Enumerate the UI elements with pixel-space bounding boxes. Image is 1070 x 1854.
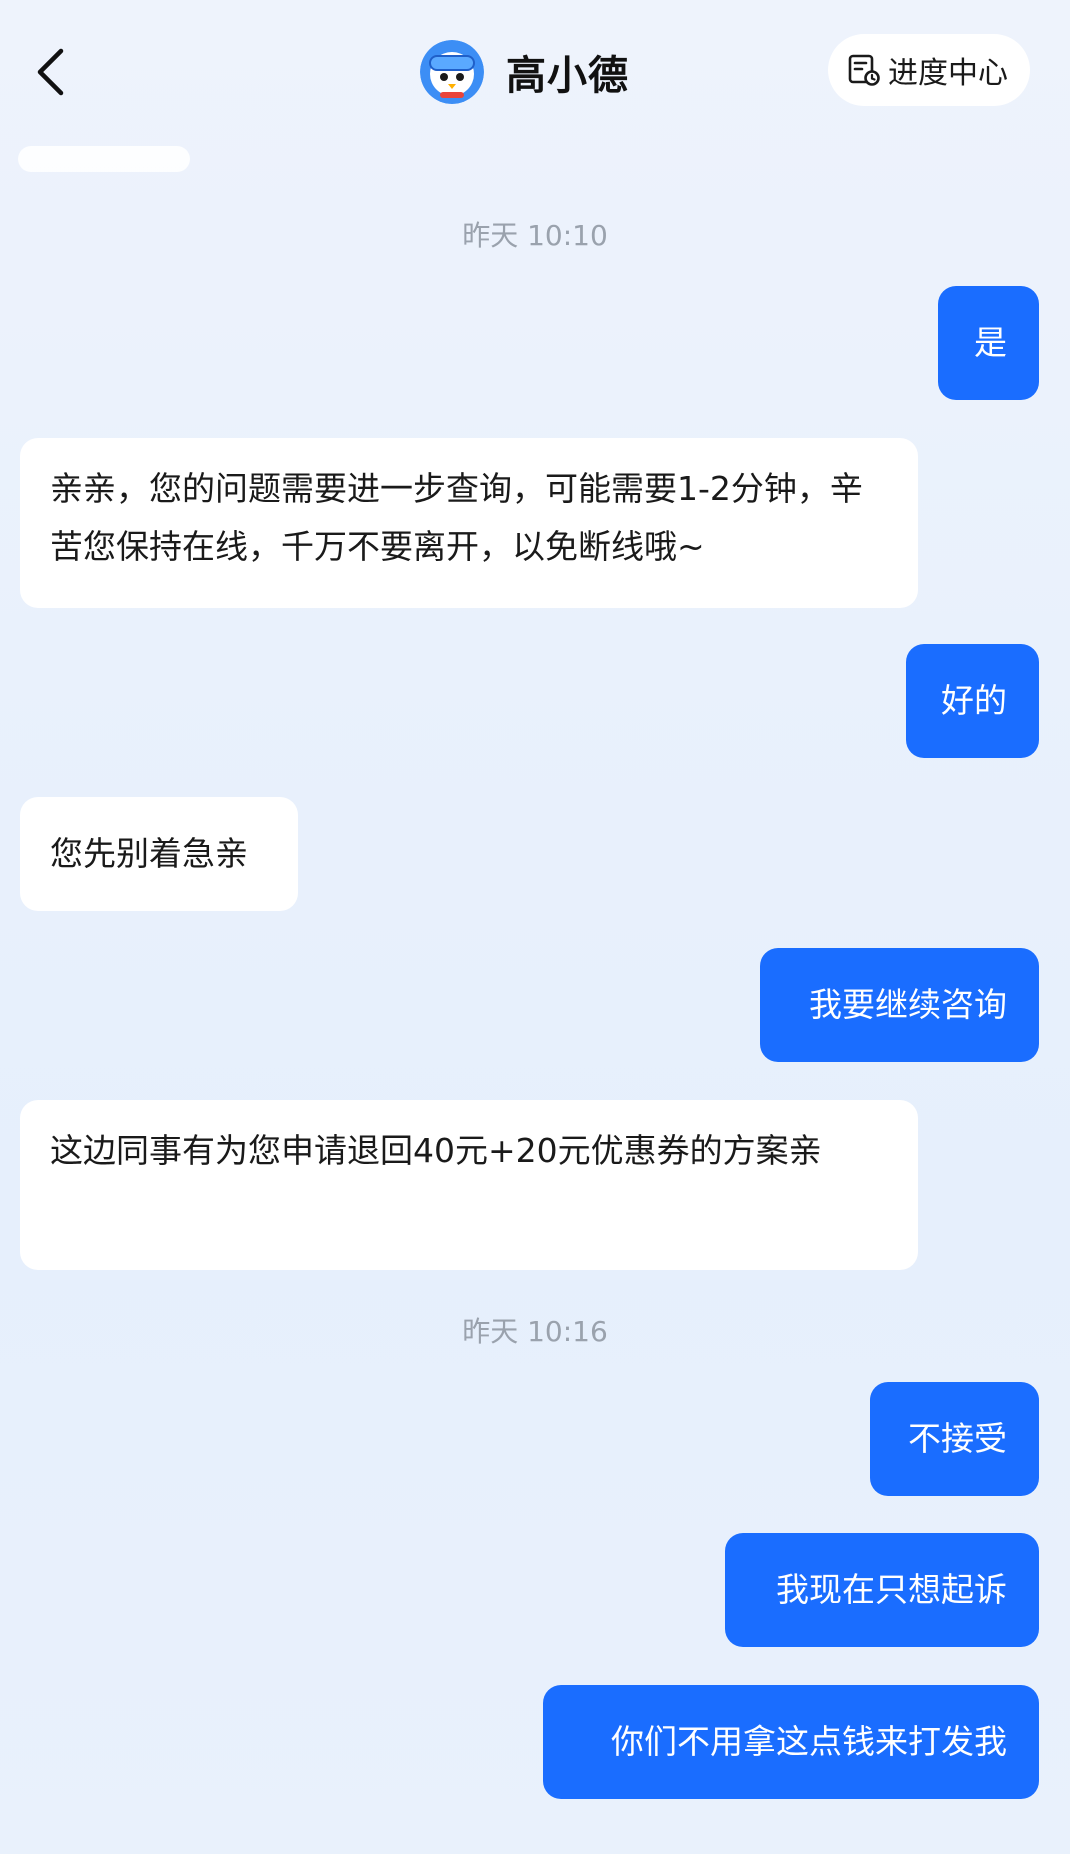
agent-message-bubble: 这边同事有为您申请退回40元+20元优惠券的方案亲: [20, 1100, 918, 1270]
chevron-left-icon: [37, 48, 64, 96]
progress-center-button[interactable]: 进度中心: [828, 34, 1030, 106]
user-message-bubble: 不接受: [870, 1382, 1039, 1496]
user-message-bubble: 我现在只想起诉: [725, 1533, 1039, 1647]
user-message-bubble: 好的: [906, 644, 1039, 758]
back-button[interactable]: [22, 40, 78, 104]
avatar-icon: [420, 40, 484, 104]
chat-title-group: 高小德: [420, 36, 629, 108]
document-progress-icon: [848, 54, 880, 86]
progress-center-label: 进度中心: [888, 56, 1008, 91]
chat-header: 高小德 进度中心: [0, 0, 1070, 140]
timestamp: 昨天 10:10: [462, 219, 608, 252]
timestamp: 昨天 10:16: [462, 1315, 608, 1348]
agent-message-bubble: 亲亲，您的问题需要进一步查询，可能需要1-2分钟，辛苦您保持在线，千万不要离开，…: [20, 438, 918, 608]
user-message-bubble: 是: [938, 286, 1039, 400]
agent-message-bubble: 您先别着急亲: [20, 797, 298, 911]
user-message-bubble: 你们不用拿这点钱来打发我: [543, 1685, 1039, 1799]
faded-notice-bar: [18, 146, 190, 172]
user-message-bubble: 我要继续咨询: [760, 948, 1039, 1062]
chat-title: 高小德: [506, 53, 629, 99]
